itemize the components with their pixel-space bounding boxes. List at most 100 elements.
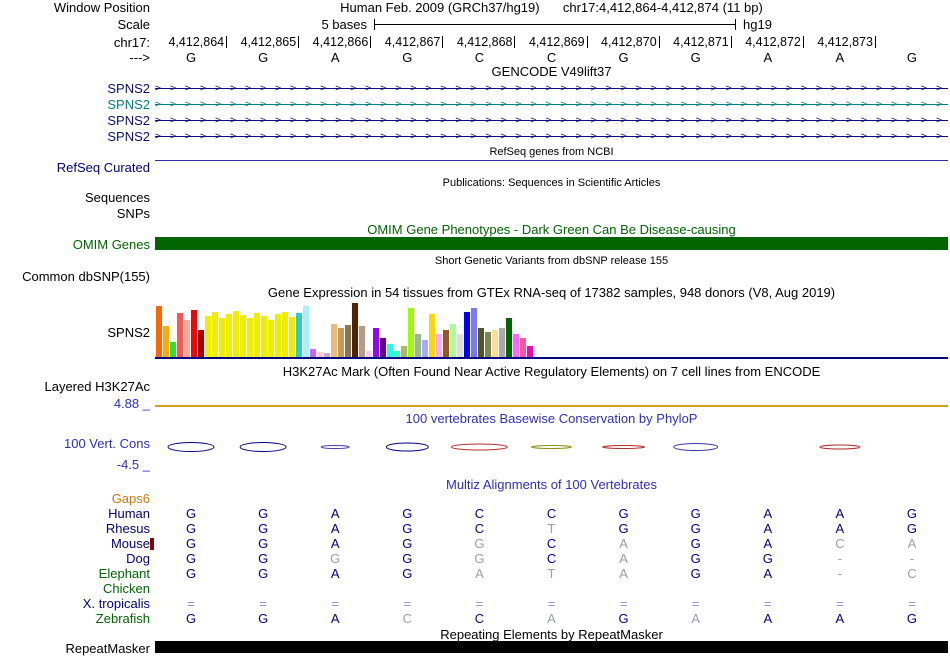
alignment-base: C <box>546 506 557 521</box>
base-cell: A <box>763 50 773 65</box>
refseq-curated-label[interactable]: RefSeq Curated <box>0 161 150 174</box>
alignment-base: T <box>547 521 556 536</box>
gtex-bar <box>359 326 365 358</box>
alignment-base: = <box>475 596 484 611</box>
gencode-gene-label[interactable]: SPNS2 <box>0 82 150 95</box>
dbsnp-title[interactable]: Short Genetic Variants from dbSNP releas… <box>155 255 948 268</box>
ruler-cell: 4,412,864 <box>155 35 228 49</box>
gencode-gene-row[interactable]: >>>>>>>>>>>>>>>>>>>>>>>>>>>>>>>>>>>>>>>>… <box>155 97 948 112</box>
species-label[interactable]: X. tropicalis <box>0 597 150 610</box>
alignment-base: G <box>402 536 413 551</box>
species-label[interactable]: Dog <box>0 552 150 565</box>
gencode-gene-row[interactable]: >>>>>>>>>>>>>>>>>>>>>>>>>>>>>>>>>>>>>>>>… <box>155 129 948 144</box>
ruler-cell: 4,412,869 <box>515 35 588 49</box>
alignment-row-dog[interactable]: Dog G G G G G C A G G - - <box>0 551 950 566</box>
alignment-base: A <box>763 611 773 626</box>
gtex-bar <box>471 308 477 358</box>
alignment-row-zebrafish[interactable]: Zebrafish G G A C C A G A A A G <box>0 611 950 626</box>
alignment-row-chicken[interactable]: Chicken <box>0 581 950 596</box>
conservation-title[interactable]: 100 vertebrates Basewise Conservation by… <box>155 412 948 425</box>
gtex-bar <box>436 334 442 358</box>
species-label[interactable]: Rhesus <box>0 522 150 535</box>
alignment-cells: GGAGGCAGACA <box>155 536 948 551</box>
gencode-gene-label[interactable]: SPNS2 <box>0 98 150 111</box>
ruler-cell: 4,412,871 <box>660 35 732 49</box>
base-cell: G <box>906 50 918 65</box>
alignment-base: T <box>547 566 556 581</box>
gencode-gene-label[interactable]: SPNS2 <box>0 114 150 127</box>
gencode-title[interactable]: GENCODE V49lift37 <box>155 65 948 78</box>
alignment-base: A <box>763 521 773 536</box>
gtex-gene-label[interactable]: SPNS2 <box>0 326 150 339</box>
ruler-cell: 4,412,866 <box>299 35 372 49</box>
species-label[interactable]: Human <box>0 507 150 520</box>
alignment-base: G <box>618 506 629 521</box>
alignment-base: A <box>547 611 556 626</box>
gtex-bar <box>177 313 183 358</box>
species-label[interactable]: Chicken <box>0 582 150 595</box>
ruler-cell: 4,412,868 <box>443 35 516 49</box>
gtex-bars[interactable] <box>156 302 796 358</box>
alignment-row-human[interactable]: Human G G A G C C G G A A G <box>0 506 950 521</box>
alignment-row-xtropicalis[interactable]: X. tropicalis = = = = = = = = = = = <box>0 596 950 611</box>
dbsnp-label[interactable]: Common dbSNP(155) <box>0 270 150 283</box>
gtex-bar <box>380 338 386 358</box>
gencode-gene-label[interactable]: SPNS2 <box>0 130 150 143</box>
sequences-label[interactable]: Sequences <box>0 191 150 204</box>
alignment-base: = <box>331 596 340 611</box>
alignment-base: A <box>691 611 701 626</box>
repeatmasker-title[interactable]: Repeating Elements by RepeatMasker <box>155 628 948 641</box>
alignment-base: G <box>258 566 269 581</box>
alignment-base: A <box>619 536 628 551</box>
alignment-base: G <box>185 536 197 551</box>
snps-label[interactable]: SNPs <box>0 207 150 220</box>
species-label[interactable]: Zebrafish <box>0 612 150 625</box>
alignment-base: G <box>185 551 197 566</box>
multiz-rows: Human G G A G C C G G A A G Rhesus G G A G C T G G A A G Mouse G G… <box>0 506 950 626</box>
gencode-gene-row[interactable]: >>>>>>>>>>>>>>>>>>>>>>>>>>>>>>>>>>>>>>>>… <box>155 81 948 96</box>
h3k27ac-baseline <box>155 405 948 407</box>
refseq-gene-line[interactable] <box>155 160 948 161</box>
omim-title[interactable]: OMIM Gene Phenotypes - Dark Green Can Be… <box>155 223 948 236</box>
gencode-gene-row[interactable]: >>>>>>>>>>>>>>>>>>>>>>>>>>>>>>>>>>>>>>>>… <box>155 113 948 128</box>
gaps-label[interactable]: Gaps6 <box>0 492 150 505</box>
publications-title[interactable]: Publications: Sequences in Scientific Ar… <box>155 177 948 190</box>
assembly-title: Human Feb. 2009 (GRCh37/hg19) <box>340 0 540 15</box>
alignment-base: G <box>185 566 197 581</box>
species-label[interactable]: Mouse <box>0 537 150 550</box>
gtex-title[interactable]: Gene Expression in 54 tissues from GTEx … <box>155 286 948 299</box>
refseq-title[interactable]: RefSeq genes from NCBI <box>155 146 948 159</box>
gtex-baseline <box>155 357 948 359</box>
ruler-cell: 4,412,867 <box>371 35 444 49</box>
gtex-bar <box>254 313 260 358</box>
gtex-bar <box>156 306 162 358</box>
gtex-bar <box>205 316 211 358</box>
alignment-base: G <box>258 506 269 521</box>
gtex-bar <box>485 332 491 358</box>
multiz-title[interactable]: Multiz Alignments of 100 Vertebrates <box>155 478 948 491</box>
alignment-base: - <box>909 551 915 566</box>
gtex-bar <box>261 316 267 358</box>
alignment-row-rhesus[interactable]: Rhesus G G A G C T G G A A G <box>0 521 950 536</box>
assembly-short-label: hg19 <box>743 17 772 32</box>
species-label[interactable]: Elephant <box>0 567 150 580</box>
alignment-row-elephant[interactable]: Elephant G G A G A T A G A - C <box>0 566 950 581</box>
gtex-bar <box>352 303 358 358</box>
repeatmasker-bar[interactable] <box>155 641 948 653</box>
conservation-axis-max: 4.88 _ <box>113 396 150 411</box>
h3k27ac-label[interactable]: Layered H3K27Ac <box>0 380 150 393</box>
alignment-base: A <box>763 536 773 551</box>
conservation-plot[interactable] <box>155 434 948 462</box>
h3k27ac-title[interactable]: H3K27Ac Mark (Often Found Near Active Re… <box>155 365 948 378</box>
conservation-label[interactable]: 100 Vert. Cons <box>0 437 150 450</box>
repeatmasker-label[interactable]: RepeatMasker <box>0 642 150 655</box>
omim-gene-bar[interactable] <box>155 237 948 250</box>
omim-genes-label[interactable]: OMIM Genes <box>0 238 150 251</box>
alignment-base: G <box>690 536 701 551</box>
gtex-bar <box>387 344 393 358</box>
alignment-base: A <box>330 536 340 551</box>
alignment-row-mouse[interactable]: Mouse G G A G G C A G A C A <box>0 536 950 551</box>
alignment-base: G <box>762 551 773 566</box>
base-cell: C <box>474 50 485 65</box>
alignment-base: G <box>690 521 701 536</box>
